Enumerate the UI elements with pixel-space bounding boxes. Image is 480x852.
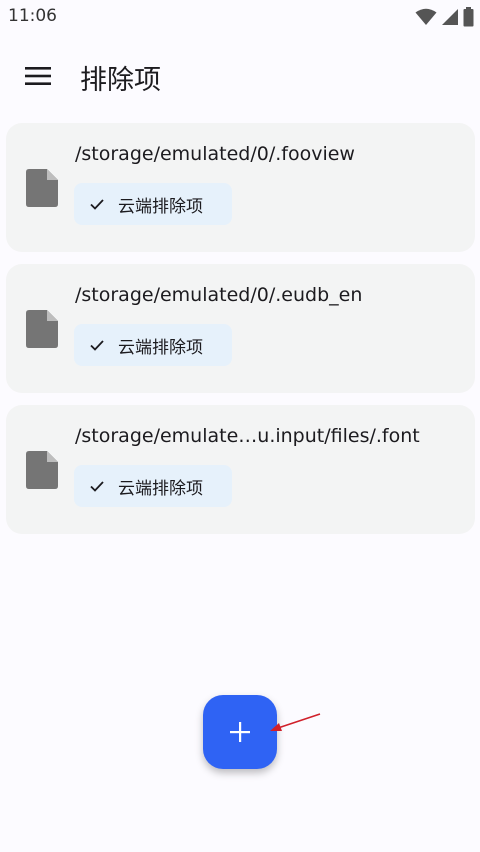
exclusion-item[interactable]: /storage/emulated/0/.eudb_en 云端排除项 xyxy=(6,264,475,393)
cloud-exclusion-chip[interactable]: 云端排除项 xyxy=(74,324,232,366)
plus-icon xyxy=(230,722,250,742)
file-icon xyxy=(26,451,58,489)
exclusion-list: /storage/emulated/0/.fooview 云端排除项 /stor… xyxy=(6,123,475,546)
status-icons xyxy=(415,7,474,27)
check-icon xyxy=(90,199,104,210)
exclusion-item[interactable]: /storage/emulate…u.input/files/.font 云端排… xyxy=(6,405,475,534)
menu-icon xyxy=(25,67,51,85)
app-bar: 排除项 xyxy=(0,48,480,104)
exclusion-path: /storage/emulated/0/.eudb_en xyxy=(75,284,363,306)
status-time: 11:06 xyxy=(8,6,57,26)
exclusion-path: /storage/emulated/0/.fooview xyxy=(75,143,355,165)
exclusion-item[interactable]: /storage/emulated/0/.fooview 云端排除项 xyxy=(6,123,475,252)
file-icon xyxy=(26,169,58,207)
cloud-exclusion-chip[interactable]: 云端排除项 xyxy=(74,465,232,507)
annotation-arrow-icon xyxy=(270,713,321,731)
chip-label: 云端排除项 xyxy=(118,337,203,358)
wifi-icon xyxy=(415,8,437,25)
check-icon xyxy=(90,340,104,351)
page-title: 排除项 xyxy=(80,65,161,96)
file-icon xyxy=(26,310,58,348)
battery-icon xyxy=(463,7,474,27)
chip-label: 云端排除项 xyxy=(118,478,203,499)
check-icon xyxy=(90,481,104,492)
exclusion-path: /storage/emulate…u.input/files/.font xyxy=(75,425,420,447)
cloud-exclusion-chip[interactable]: 云端排除项 xyxy=(74,183,232,225)
status-bar: 11:06 xyxy=(0,0,480,34)
signal-icon xyxy=(442,9,458,25)
menu-button[interactable] xyxy=(14,52,62,100)
chip-label: 云端排除项 xyxy=(118,196,203,217)
